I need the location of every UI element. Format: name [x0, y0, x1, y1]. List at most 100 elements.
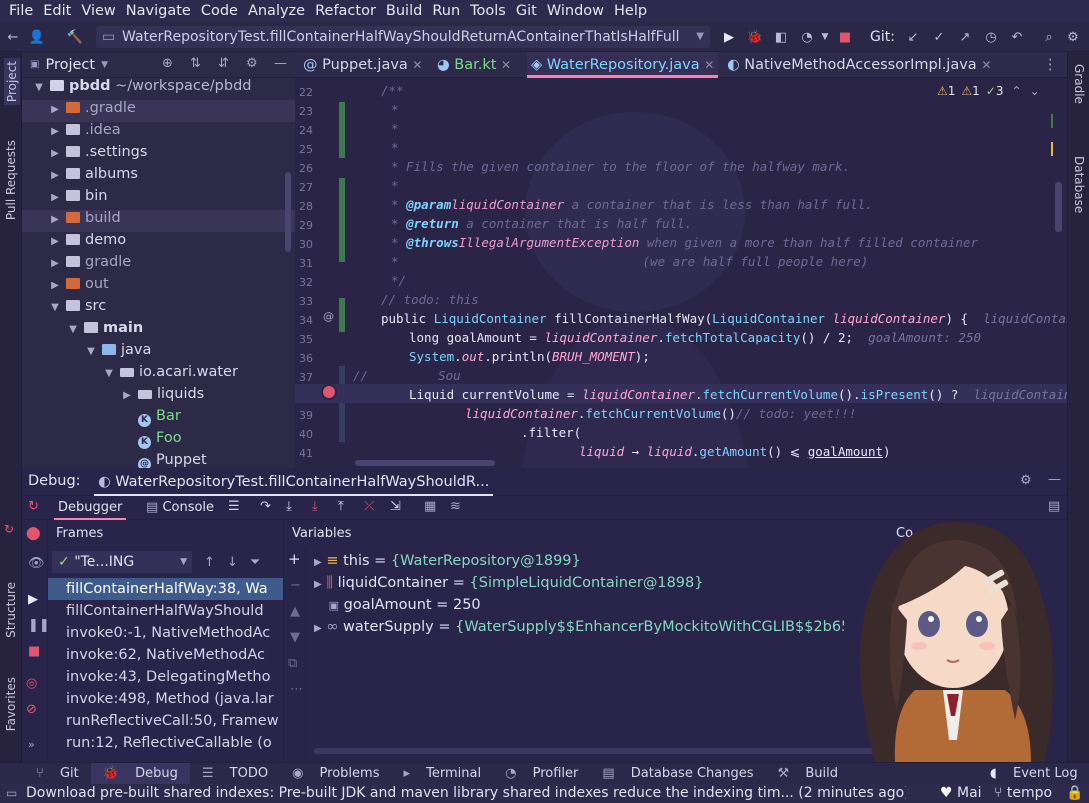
tab-menu-icon[interactable]: ⋮	[1043, 52, 1058, 78]
code-line[interactable]: liquidContainer.fetchCurrentVolume()// t…	[465, 406, 856, 421]
step-out-icon[interactable]: ⤒	[338, 499, 344, 514]
run-configuration-select[interactable]: ▭ WaterRepositoryTest.fillContainerHalfW…	[96, 26, 710, 48]
debug-session-tab[interactable]: ◐ WaterRepositoryTest.fillContainerHalfW…	[94, 468, 494, 496]
code-line[interactable]: /**	[381, 83, 404, 98]
frame-row[interactable]: invoke0:-1, NativeMethodAc	[48, 622, 283, 644]
pause-icon[interactable]: ❚❚	[28, 618, 50, 633]
variable-row[interactable]: ▶ ⫼ liquidContainer = {SimpleLiquidConta…	[314, 572, 703, 594]
code-line[interactable]: .filter(	[521, 425, 581, 440]
variable-row[interactable]: ▣ goalAmount = 250	[314, 594, 481, 616]
expand-arrow-icon[interactable]: ▶	[314, 579, 322, 590]
next-highlight-icon[interactable]: ⌄	[1030, 84, 1040, 98]
filter-icon[interactable]: ⏷	[250, 555, 260, 570]
code-line[interactable]: * (we are half full people here)	[391, 254, 868, 269]
frame-row[interactable]: invoke:62, NativeMethodAc	[48, 644, 283, 666]
code-line[interactable]: *	[391, 178, 399, 193]
close-icon[interactable]: ✕	[981, 58, 991, 72]
tool-tab-terminal[interactable]: ▸ Terminal	[391, 763, 493, 785]
tree-item-root[interactable]: ▼ pbdd ~/workspace/pbdd	[22, 78, 295, 100]
tree-item-foo[interactable]: K Foo	[22, 430, 295, 452]
search-icon[interactable]: ⌕	[1038, 26, 1060, 48]
locate-icon[interactable]: ⊕	[162, 56, 173, 71]
menu-refactor[interactable]: Refactor	[310, 0, 381, 22]
menu-build[interactable]: Build	[381, 0, 427, 22]
menu-help[interactable]: Help	[609, 0, 652, 22]
more-icon[interactable]: ⋯	[290, 682, 303, 697]
git-push-icon[interactable]: ↗	[954, 26, 976, 48]
code-line[interactable]: Liquid currentVolume = liquidContainer.f…	[409, 387, 1067, 402]
tree-item-out[interactable]: ▶ out	[22, 276, 295, 298]
tool-tab-git[interactable]: ⑂ Git	[24, 763, 91, 785]
tab-native-method-accessor[interactable]: ◐ NativeMethodAccessorImpl.java ✕	[727, 52, 991, 78]
frame-row[interactable]: fillContainerHalfWay:38, Wa	[48, 578, 283, 600]
menu-code[interactable]: Code	[196, 0, 243, 22]
breakpoints-icon[interactable]: ◎	[26, 676, 37, 691]
view-breakpoints-icon[interactable]: ⬤	[26, 526, 41, 541]
arrow-up-icon[interactable]: ↑	[204, 555, 215, 570]
debug-settings-icon[interactable]: ⚙	[1020, 473, 1032, 488]
tree-item-settings[interactable]: ▶ .settings	[22, 144, 295, 166]
settings-gear-icon[interactable]: ⚙	[1062, 26, 1084, 48]
coverage-icon[interactable]: ◧	[770, 26, 792, 48]
hammer-icon[interactable]: 🔨	[64, 26, 86, 48]
git-commit-icon[interactable]: ✓	[928, 26, 950, 48]
tree-item-src[interactable]: ▼ src	[22, 298, 295, 320]
remove-watch-icon[interactable]: −	[290, 578, 301, 593]
move-down-icon[interactable]: ▼	[290, 630, 300, 645]
arrow-down-icon[interactable]: ↓	[227, 555, 238, 570]
view-chevron-icon[interactable]: ▼	[101, 60, 108, 70]
editor-scrollbar[interactable]	[1055, 182, 1062, 232]
tab-debugger[interactable]: Debugger	[54, 496, 127, 520]
tree-item-puppet[interactable]: @ Puppet	[22, 452, 295, 468]
menu-lines-icon[interactable]: ☰	[228, 499, 240, 514]
horizontal-scrollbar[interactable]	[355, 460, 495, 466]
tool-tab-problems[interactable]: ◉ Problems	[280, 763, 391, 785]
step-over-icon[interactable]: ↷	[260, 499, 271, 514]
step-into-icon[interactable]: ⤓	[286, 499, 292, 514]
drop-frame-icon[interactable]: ⤫	[364, 499, 374, 514]
add-watch-icon[interactable]: +	[288, 550, 301, 568]
pull-requests-tool-tab[interactable]: Pull Requests	[4, 140, 18, 220]
tree-item-demo[interactable]: ▶ demo	[22, 232, 295, 254]
user-icon[interactable]: 👤	[26, 26, 48, 48]
implemented-marker-icon[interactable]: @	[323, 310, 334, 323]
code-line[interactable]: liquid → liquid.getAmount() ⩽ goalAmount…	[579, 444, 891, 459]
expand-arrow-icon[interactable]: ▶	[314, 557, 322, 568]
tool-tab-build[interactable]: ⚒ Build	[766, 763, 850, 785]
variable-row[interactable]: ▶ ≡ this = {WaterRepository@1899}	[314, 550, 581, 572]
code-line[interactable]: *	[391, 121, 399, 136]
code-line[interactable]: System.out.println(BRUH_MOMENT);	[409, 349, 650, 364]
code-line[interactable]: * Fills the given container to the floor…	[391, 159, 850, 174]
tree-item-albums[interactable]: ▶ albums	[22, 166, 295, 188]
more-icon[interactable]: »	[28, 738, 35, 751]
expand-arrow-icon[interactable]: ▶	[314, 623, 322, 634]
collapse-all-icon[interactable]: ⇵	[218, 56, 229, 71]
resume-icon[interactable]: ▶	[28, 592, 38, 607]
git-branch-indicator[interactable]: ⑂ tempo	[994, 784, 1052, 803]
watch-icon[interactable]: 👁	[28, 556, 45, 571]
menu-analyze[interactable]: Analyze	[243, 0, 310, 22]
close-icon[interactable]: ✕	[501, 58, 511, 72]
tree-item-main[interactable]: ▼ main	[22, 320, 295, 342]
code-line[interactable]: *	[391, 102, 399, 117]
run-to-cursor-icon[interactable]: ⇲	[390, 499, 401, 514]
tree-item-build[interactable]: ▶ build	[22, 210, 295, 232]
code-line[interactable]: * @throwsIllegalArgumentException when g…	[391, 235, 978, 250]
trace-icon[interactable]: ≋	[450, 499, 461, 514]
tab-console[interactable]: ▤ Console	[146, 496, 214, 520]
database-tool-tab[interactable]: Database	[1072, 156, 1086, 213]
frame-row[interactable]: runReflectiveCall:50, Framew	[48, 710, 283, 732]
hide-panel-icon[interactable]: —	[274, 56, 287, 71]
hide-debug-icon[interactable]: —	[1048, 472, 1061, 487]
force-step-into-icon[interactable]: ⤓	[312, 499, 318, 514]
theme-indicator[interactable]: ♥ Mai	[940, 784, 982, 803]
frame-row[interactable]: run:12, ReflectiveCallable (o	[48, 732, 283, 754]
inspection-widget[interactable]: ⚠ 1 ⚠ 1 ✓ 3 ⌃ ⌄	[937, 84, 1040, 98]
tool-tab-event-log[interactable]: ◖ Event Log	[978, 763, 1089, 785]
tree-item-liquids[interactable]: ▶ liquids	[22, 386, 295, 408]
status-message[interactable]: Download pre-built shared indexes: Pre-b…	[26, 784, 906, 803]
project-scrollbar[interactable]	[285, 172, 291, 252]
menu-window[interactable]: Window	[542, 0, 609, 22]
favorites-tool-tab[interactable]: Favorites	[4, 677, 18, 731]
project-tool-tab[interactable]: Project	[4, 58, 20, 106]
